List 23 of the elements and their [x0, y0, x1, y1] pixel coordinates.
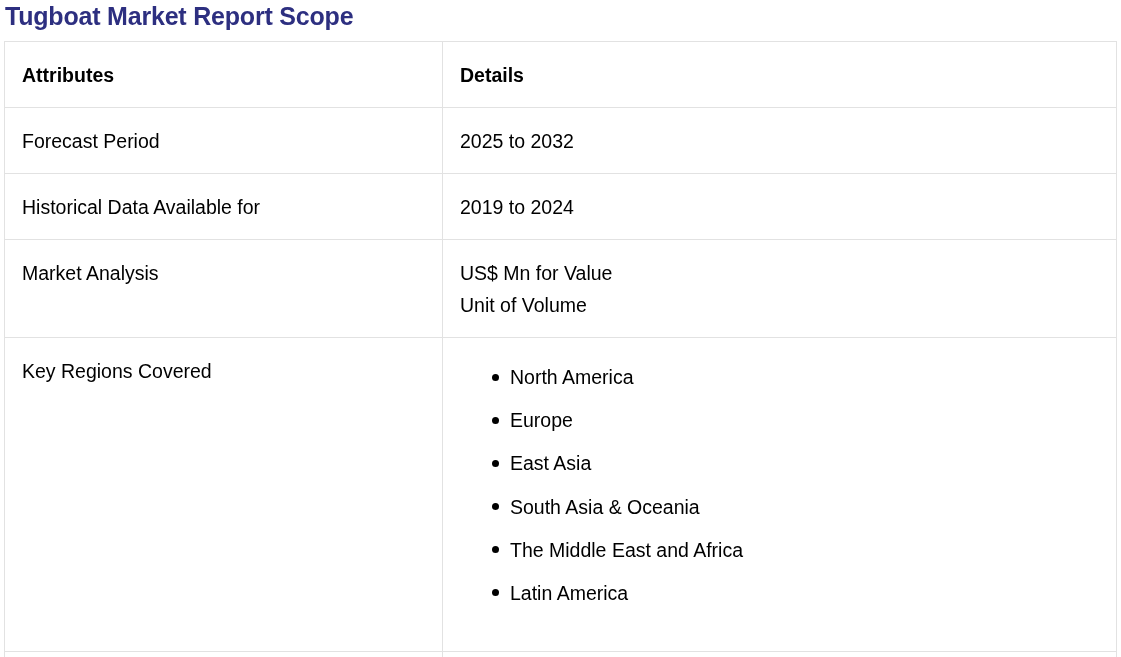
bullet-icon: [492, 589, 499, 597]
column-header: Attributes: [5, 42, 443, 108]
region-text: North America: [510, 365, 634, 390]
details-cell: 2025 to 2032: [443, 108, 1117, 174]
region-text: East Asia: [510, 451, 592, 477]
bullet-icon: [492, 416, 499, 424]
bullet-icon: [492, 503, 499, 511]
attribute-cell: Key Regions Covered: [5, 338, 443, 652]
bullet-icon: [492, 546, 499, 554]
attribute-cell: Market Analysis: [5, 240, 443, 338]
region-text: Latin America: [510, 580, 629, 606]
column-header: Details: [443, 42, 1117, 108]
details-cell: 2019 to 2024: [443, 174, 1117, 240]
bullet-icon: [492, 373, 499, 381]
attribute-cell: Forecast Period: [5, 108, 443, 174]
region-text: Europe: [510, 408, 573, 434]
region-text: The Middle East and Africa: [510, 537, 744, 563]
details-line: Unit of Volume: [460, 293, 587, 318]
region-text: South Asia & Oceania: [510, 494, 700, 520]
details-line: US$ Mn for Value: [460, 261, 613, 286]
bullet-icon: [492, 459, 499, 467]
page-title: Tugboat Market Report Scope: [5, 1, 355, 32]
attribute-cell: Historical Data Available for: [5, 174, 443, 240]
